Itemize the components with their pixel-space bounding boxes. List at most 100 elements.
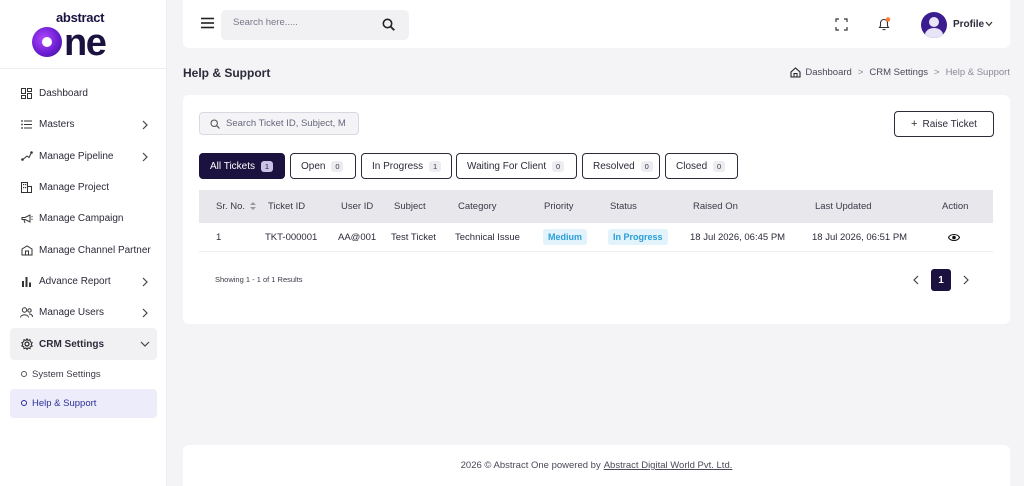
chevron-right-icon	[142, 308, 148, 318]
sidebar: abstract ne Dashboard Masters Manage Pip…	[0, 0, 167, 486]
tab-open[interactable]: Open 0	[290, 153, 356, 179]
tab-in-progress[interactable]: In Progress 1	[361, 153, 452, 179]
sidebar-nav: Dashboard Masters Manage Pipeline Manage…	[10, 78, 157, 418]
tab-count-badge: 0	[640, 160, 653, 172]
sidebar-item-label: Dashboard	[39, 88, 88, 100]
pagination-prev[interactable]	[907, 270, 925, 290]
dashboard-icon	[20, 87, 33, 100]
column-header-ticket-id: Ticket ID	[268, 201, 306, 212]
pagination-page-current[interactable]: 1	[931, 269, 951, 291]
tab-all-tickets[interactable]: All Tickets 1	[199, 153, 285, 179]
sidebar-subitem-label: Help & Support	[32, 397, 97, 409]
breadcrumb-current: Help & Support	[945, 67, 1010, 78]
building-icon	[20, 181, 33, 194]
cell-user-id: AA@001	[338, 231, 377, 243]
global-search	[221, 10, 409, 40]
users-icon	[20, 306, 33, 319]
chevron-right-icon	[142, 120, 148, 130]
pipeline-icon	[20, 150, 33, 163]
sidebar-subitem-system-settings[interactable]: System Settings	[10, 360, 157, 389]
tab-waiting-for-client[interactable]: Waiting For Client 0	[456, 153, 577, 179]
footer-text: 2026 © Abstract One powered by	[460, 460, 601, 471]
tab-count-badge: 0	[331, 160, 344, 172]
tickets-table: Sr. No. Ticket ID User ID Subject Catego…	[199, 190, 993, 252]
sidebar-item-label: Manage Channel Partner	[39, 244, 151, 256]
column-header-sr-no[interactable]: Sr. No.	[216, 201, 257, 212]
list-icon	[20, 118, 33, 131]
pagination-next[interactable]	[957, 270, 975, 290]
breadcrumb: Dashboard > CRM Settings > Help & Suppor…	[790, 67, 1010, 78]
sidebar-item-manage-users[interactable]: Manage Users	[10, 297, 157, 328]
tab-label: Open	[301, 160, 326, 172]
sidebar-item-manage-project[interactable]: Manage Project	[10, 172, 157, 203]
sidebar-item-crm-settings[interactable]: CRM Settings	[10, 328, 157, 360]
column-header-subject: Subject	[394, 201, 426, 212]
chevron-right-icon	[142, 152, 148, 162]
sidebar-item-label: Manage Users	[39, 307, 105, 319]
tab-label: Resolved	[593, 160, 635, 172]
tab-count-badge: 1	[261, 160, 274, 172]
cell-category: Technical Issue	[455, 231, 520, 243]
hamburger-menu-icon[interactable]	[201, 17, 214, 29]
footer: 2026 © Abstract One powered by Abstract …	[183, 445, 1010, 486]
megaphone-icon	[20, 212, 33, 225]
priority-badge: Medium	[543, 229, 588, 245]
tab-label: Closed	[676, 160, 708, 172]
search-icon	[210, 119, 220, 129]
tab-resolved[interactable]: Resolved 0	[582, 153, 660, 179]
circle-bullet-icon	[21, 400, 27, 407]
sidebar-item-label: Manage Campaign	[39, 213, 124, 225]
breadcrumb-dashboard[interactable]: Dashboard	[805, 67, 851, 78]
cell-sr-no: 1	[216, 231, 222, 243]
ticket-search-input[interactable]	[226, 118, 356, 129]
column-header-status: Status	[610, 201, 637, 212]
sort-icon[interactable]	[250, 202, 257, 210]
sidebar-subitem-help-support[interactable]: Help & Support	[10, 388, 157, 418]
logo-o-icon	[32, 27, 62, 57]
tab-label: All Tickets	[210, 160, 256, 172]
tab-count-badge: 0	[552, 160, 565, 172]
sidebar-item-manage-campaign[interactable]: Manage Campaign	[10, 203, 157, 234]
fullscreen-icon[interactable]	[835, 18, 848, 31]
tab-count-badge: 1	[429, 160, 442, 172]
sidebar-item-manage-pipeline[interactable]: Manage Pipeline	[10, 141, 157, 172]
chart-icon	[20, 275, 33, 288]
tickets-card: + Raise Ticket All Tickets 1 Open 0 In P…	[183, 95, 1010, 324]
column-header-priority: Priority	[544, 201, 574, 212]
sidebar-item-manage-channel-partner[interactable]: Manage Channel Partner	[10, 234, 157, 265]
gear-icon	[20, 338, 33, 351]
cell-subject: Test Ticket	[391, 231, 436, 243]
chevron-right-icon	[963, 275, 969, 285]
footer-company-link[interactable]: Abstract Digital World Pvt. Ltd.	[604, 460, 733, 471]
breadcrumb-separator: >	[934, 67, 940, 78]
sidebar-item-advance-report[interactable]: Advance Report	[10, 266, 157, 297]
sidebar-item-masters[interactable]: Masters	[10, 109, 157, 140]
breadcrumb-crm-settings[interactable]: CRM Settings	[869, 67, 928, 78]
sidebar-item-label: Manage Pipeline	[39, 150, 114, 162]
search-icon[interactable]	[382, 18, 395, 31]
view-eye-icon[interactable]	[948, 233, 960, 242]
breadcrumb-separator: >	[857, 67, 864, 78]
raise-ticket-label: Raise Ticket	[922, 118, 977, 130]
brand-logo[interactable]: abstract ne	[32, 10, 136, 63]
profile-label[interactable]: Profile	[953, 19, 984, 30]
tab-label: Waiting For Client	[467, 160, 547, 172]
chevron-down-icon[interactable]	[985, 21, 993, 27]
top-header: Profile	[183, 0, 1010, 48]
circle-bullet-icon	[21, 371, 27, 378]
raise-ticket-button[interactable]: + Raise Ticket	[894, 111, 994, 137]
ticket-search	[199, 112, 359, 135]
sidebar-subitem-label: System Settings	[32, 368, 101, 380]
table-header-row: Sr. No. Ticket ID User ID Subject Catego…	[199, 190, 993, 223]
chevron-right-icon	[142, 277, 148, 287]
avatar[interactable]	[921, 12, 947, 38]
tab-count-badge: 0	[713, 160, 726, 172]
sidebar-item-label: Advance Report	[39, 275, 111, 287]
notification-bell-icon[interactable]	[878, 17, 891, 31]
global-search-input[interactable]	[233, 17, 373, 28]
tab-closed[interactable]: Closed 0	[665, 153, 738, 179]
home-icon	[790, 67, 801, 78]
sidebar-item-dashboard[interactable]: Dashboard	[10, 78, 157, 109]
cell-raised-on: 18 Jul 2026, 06:45 PM	[690, 231, 786, 243]
column-header-last-updated: Last Updated	[815, 201, 872, 212]
